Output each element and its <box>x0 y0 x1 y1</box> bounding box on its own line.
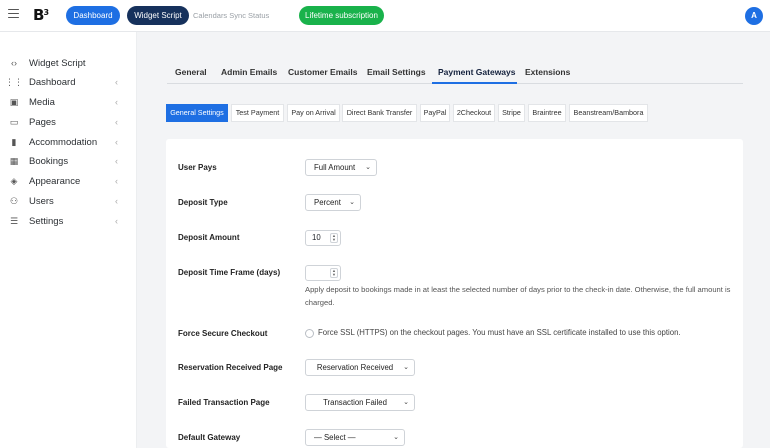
user-pays-select[interactable]: Full Amount ⌄ <box>305 159 377 176</box>
deposit-time-frame-label: Deposit Time Frame (days) <box>178 268 281 277</box>
sidebar-item-label: Dashboard <box>29 76 76 88</box>
tab-customer-emails[interactable]: Customer Emails <box>288 64 357 84</box>
sidebar-item-dashboard[interactable]: ⋮⋮ Dashboard ‹ <box>0 73 137 91</box>
tab-admin-emails[interactable]: Admin Emails <box>221 64 277 84</box>
deposit-type-value: Percent <box>314 198 341 207</box>
sidebar-item-label: Accommodation <box>29 136 98 148</box>
sidebar-item-bookings[interactable]: ▦ Bookings ‹ <box>0 152 137 170</box>
failed-page-label: Failed Transaction Page <box>178 398 270 407</box>
reservation-page-select[interactable]: Reservation Received ⌄ <box>305 359 415 376</box>
sidebar-item-label: Bookings <box>29 155 69 167</box>
widget-script-button[interactable]: Widget Script <box>127 6 189 25</box>
chevron-left-icon: ‹ <box>115 196 118 206</box>
sidebar-item-label: Appearance <box>29 175 81 187</box>
settings-tabs: General Admin Emails Customer Emails Ema… <box>167 64 743 84</box>
sidebar-item-media[interactable]: ▣ Media ‹ <box>0 93 137 111</box>
tab-email-settings[interactable]: Email Settings <box>367 64 426 84</box>
chevron-left-icon: ‹ <box>115 97 118 107</box>
chevron-left-icon: ‹ <box>115 176 118 186</box>
default-gateway-label: Default Gateway <box>178 433 241 442</box>
deposit-time-frame-help: Apply deposit to bookings made in at lea… <box>305 285 731 307</box>
chevron-left-icon: ‹ <box>115 77 118 87</box>
chevron-left-icon: ‹ <box>115 156 118 166</box>
deposit-amount-value: 10 <box>312 233 321 242</box>
top-bar: B3 Dashboard Widget Script Calendars Syn… <box>0 0 770 32</box>
menu-icon[interactable] <box>8 9 19 19</box>
deposit-time-frame-input[interactable]: ▲ ▼ <box>305 265 341 281</box>
sidebar-item-label: Media <box>29 96 55 108</box>
chevron-down-icon: ⌄ <box>365 164 371 171</box>
subtab-paypal[interactable]: PayPal <box>420 104 450 122</box>
tab-general[interactable]: General <box>175 64 207 84</box>
folder-icon: ▭ <box>9 116 19 127</box>
sidebar-item-label: Pages <box>29 116 56 128</box>
sidebar-item-settings[interactable]: ☰ Settings ‹ <box>0 212 137 230</box>
chevron-left-icon: ‹ <box>115 117 118 127</box>
sidebar-item-appearance[interactable]: ◈ Appearance ‹ <box>0 172 137 190</box>
sidebar-item-label: Widget Script <box>29 57 86 69</box>
sidebar-item-accommodation[interactable]: ▮ Accommodation ‹ <box>0 133 137 151</box>
door-icon: ▮ <box>11 136 17 147</box>
deposit-amount-label: Deposit Amount <box>178 233 240 242</box>
force-secure-label: Force Secure Checkout <box>178 329 268 338</box>
sidebar-item-label: Settings <box>29 215 64 227</box>
subtab-beanstream-bambora[interactable]: Beanstream/Bambora <box>569 104 648 122</box>
dashboard-button[interactable]: Dashboard <box>66 6 120 25</box>
code-icon: ‹› <box>11 58 17 68</box>
default-gateway-value: — Select — <box>314 433 356 442</box>
sliders-icon: ☰ <box>9 215 19 226</box>
subtab-2checkout[interactable]: 2Checkout <box>453 104 495 122</box>
avatar[interactable]: A <box>745 7 763 25</box>
user-pays-value: Full Amount <box>314 163 356 172</box>
number-spinner-icon[interactable]: ▲ ▼ <box>330 268 338 278</box>
tab-payment-gateways[interactable]: Payment Gateways <box>432 64 517 84</box>
calendar-icon: ▦ <box>9 155 19 166</box>
chevron-left-icon: ‹ <box>115 216 118 226</box>
reservation-page-value: Reservation Received <box>316 363 394 372</box>
sidebar-item-label: Users <box>29 195 54 207</box>
subtab-direct-bank-transfer[interactable]: Direct Bank Transfer <box>342 104 417 122</box>
deposit-type-label: Deposit Type <box>178 198 228 207</box>
chevron-down-icon: ⌄ <box>349 199 355 206</box>
chevron-down-icon: ⌄ <box>403 399 409 406</box>
paint-bucket-icon: ◈ <box>10 175 18 186</box>
reservation-page-label: Reservation Received Page <box>178 363 283 372</box>
force-ssl-checkbox[interactable] <box>305 329 314 338</box>
sidebar: ‹› Widget Script ⋮⋮ Dashboard ‹ ▣ Media … <box>0 32 137 448</box>
failed-page-value: Transaction Failed <box>323 398 387 407</box>
subtab-pay-on-arrival[interactable]: Pay on Arrival <box>287 104 340 122</box>
user-pays-label: User Pays <box>178 163 217 172</box>
grid-icon: ⋮⋮ <box>5 76 23 87</box>
image-icon: ▣ <box>9 96 19 107</box>
sidebar-item-pages[interactable]: ▭ Pages ‹ <box>0 113 137 131</box>
calendars-sync-status[interactable]: Calendars Sync Status <box>193 6 269 25</box>
chevron-down-icon: ⌄ <box>403 364 409 371</box>
number-spinner-icon[interactable]: ▲ ▼ <box>330 233 338 243</box>
force-ssl-text: Force SSL (HTTPS) on the checkout pages.… <box>318 328 681 337</box>
sidebar-item-widget-script[interactable]: ‹› Widget Script <box>0 54 137 72</box>
deposit-type-select[interactable]: Percent ⌄ <box>305 194 361 211</box>
subtab-test-payment[interactable]: Test Payment <box>231 104 284 122</box>
sidebar-item-users[interactable]: ⚇ Users ‹ <box>0 192 137 210</box>
tab-extensions[interactable]: Extensions <box>525 64 570 84</box>
lifetime-subscription-badge[interactable]: Lifetime subscription <box>299 6 384 25</box>
subtab-stripe[interactable]: Stripe <box>498 104 525 122</box>
failed-page-select[interactable]: Transaction Failed ⌄ <box>305 394 415 411</box>
subtab-general-settings[interactable]: General Settings <box>166 104 228 122</box>
default-gateway-select[interactable]: — Select — ⌄ <box>305 429 405 446</box>
users-icon: ⚇ <box>9 195 19 206</box>
logo[interactable]: B3 <box>33 7 49 23</box>
subtab-braintree[interactable]: Braintree <box>528 104 566 122</box>
deposit-amount-input[interactable]: 10 ▲ ▼ <box>305 230 341 246</box>
chevron-left-icon: ‹ <box>115 137 118 147</box>
chevron-down-icon: ⌄ <box>393 434 399 441</box>
